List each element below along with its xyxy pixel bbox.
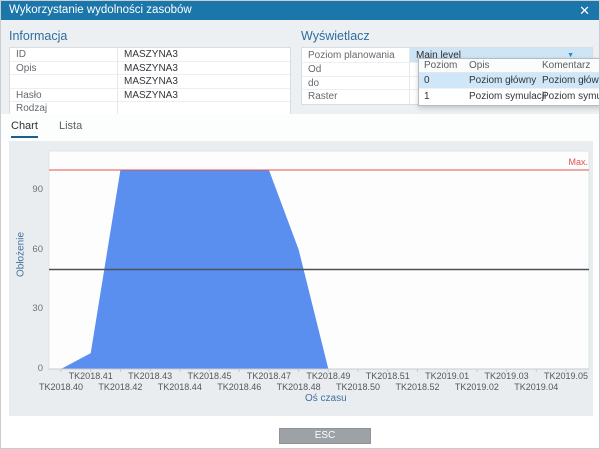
close-icon[interactable]: ✕ — [579, 2, 590, 19]
x-tick-label: TK2018.48 — [277, 382, 321, 392]
x-tick-label: TK2019.03 — [485, 371, 529, 381]
x-tick-label: TK2018.52 — [395, 382, 439, 392]
x-tick-label: TK2018.49 — [306, 371, 350, 381]
info-panel-title: Informacja — [9, 25, 291, 47]
info-row-haslo: Hasło MASZYNA3 — [10, 89, 290, 103]
info-row-id: ID MASZYNA3 — [10, 48, 290, 62]
info-value: MASZYNA3 — [118, 62, 290, 75]
dialog-window: Wykorzystanie wydolności zasobów ✕ Infor… — [0, 0, 600, 449]
info-label — [10, 75, 118, 88]
y-tick-label: 60 — [9, 244, 43, 255]
info-label: Hasło — [10, 89, 118, 102]
title-bar: Wykorzystanie wydolności zasobów ✕ — [1, 1, 599, 20]
x-tick-label: TK2018.44 — [158, 382, 202, 392]
x-tick-label: TK2018.41 — [69, 371, 113, 381]
dropdown-header-row: Poziom Opis Komentarz — [419, 59, 600, 73]
x-tick-label: TK2018.45 — [187, 371, 231, 381]
x-tick-label: TK2018.50 — [336, 382, 380, 392]
display-panel-title: Wyświetlacz — [301, 25, 593, 47]
info-row-opis2: MASZYNA3 — [10, 75, 290, 89]
dropdown-option-simulation-level[interactable]: 1 Poziom symulacji Poziom symulacji — [419, 89, 600, 105]
dropdown-col-komentarz: Komentarz — [540, 59, 600, 72]
raster-label: Raster — [302, 90, 410, 104]
y-tick-label: 0 — [9, 363, 43, 374]
x-tick-label: TK2018.42 — [98, 382, 142, 392]
planning-level-label: Poziom planowania — [302, 48, 410, 62]
info-panel: Informacja ID MASZYNA3 Opis MASZYNA3 MAS… — [9, 25, 291, 117]
option-opis: Poziom główny — [467, 73, 540, 88]
y-tick-label: 90 — [9, 184, 43, 195]
info-label: Opis — [10, 62, 118, 75]
option-opis: Poziom symulacji — [467, 89, 540, 105]
dropdown-option-main-level[interactable]: 0 Poziom główny Poziom główny — [419, 73, 600, 89]
option-poziom: 0 — [419, 73, 467, 88]
planning-level-dropdown: Poziom Opis Komentarz 0 Poziom główny Po… — [418, 58, 600, 106]
x-tick-label: TK2018.43 — [128, 371, 172, 381]
esc-button[interactable]: ESC — [279, 428, 371, 444]
info-value: MASZYNA3 — [118, 75, 290, 88]
tab-bar: Chart Lista — [1, 114, 599, 141]
x-tick-label: TK2018.46 — [217, 382, 261, 392]
chart-panel: Obłożenie Oś czasu Max. 0306090TK2018.40… — [9, 141, 593, 416]
x-tick-label: TK2019.01 — [425, 371, 469, 381]
x-tick-label: TK2019.05 — [544, 371, 588, 381]
tab-chart[interactable]: Chart — [11, 120, 38, 138]
x-axis-title: Oś czasu — [305, 393, 347, 404]
x-tick-label: TK2019.04 — [514, 382, 558, 392]
info-label: ID — [10, 48, 118, 61]
x-tick-label: TK2019.02 — [455, 382, 499, 392]
do-label: do — [302, 77, 410, 90]
info-value: MASZYNA3 — [118, 48, 290, 61]
info-table: ID MASZYNA3 Opis MASZYNA3 MASZYNA3 Hasło… — [9, 47, 291, 117]
od-label: Od — [302, 63, 410, 76]
option-komentarz: Poziom główny — [540, 73, 600, 88]
x-tick-label: TK2018.40 — [39, 382, 83, 392]
tab-lista[interactable]: Lista — [59, 120, 82, 136]
x-tick-label: TK2018.51 — [366, 371, 410, 381]
option-komentarz: Poziom symulacji — [540, 89, 600, 105]
x-tick-label: TK2018.47 — [247, 371, 291, 381]
y-tick-label: 30 — [9, 303, 43, 314]
dropdown-col-opis: Opis — [467, 59, 540, 72]
option-poziom: 1 — [419, 89, 467, 105]
dropdown-col-poziom: Poziom — [419, 59, 467, 72]
info-row-opis: Opis MASZYNA3 — [10, 62, 290, 76]
info-value: MASZYNA3 — [118, 89, 290, 102]
max-line-label: Max. — [568, 157, 588, 167]
window-title: Wykorzystanie wydolności zasobów — [9, 4, 192, 16]
